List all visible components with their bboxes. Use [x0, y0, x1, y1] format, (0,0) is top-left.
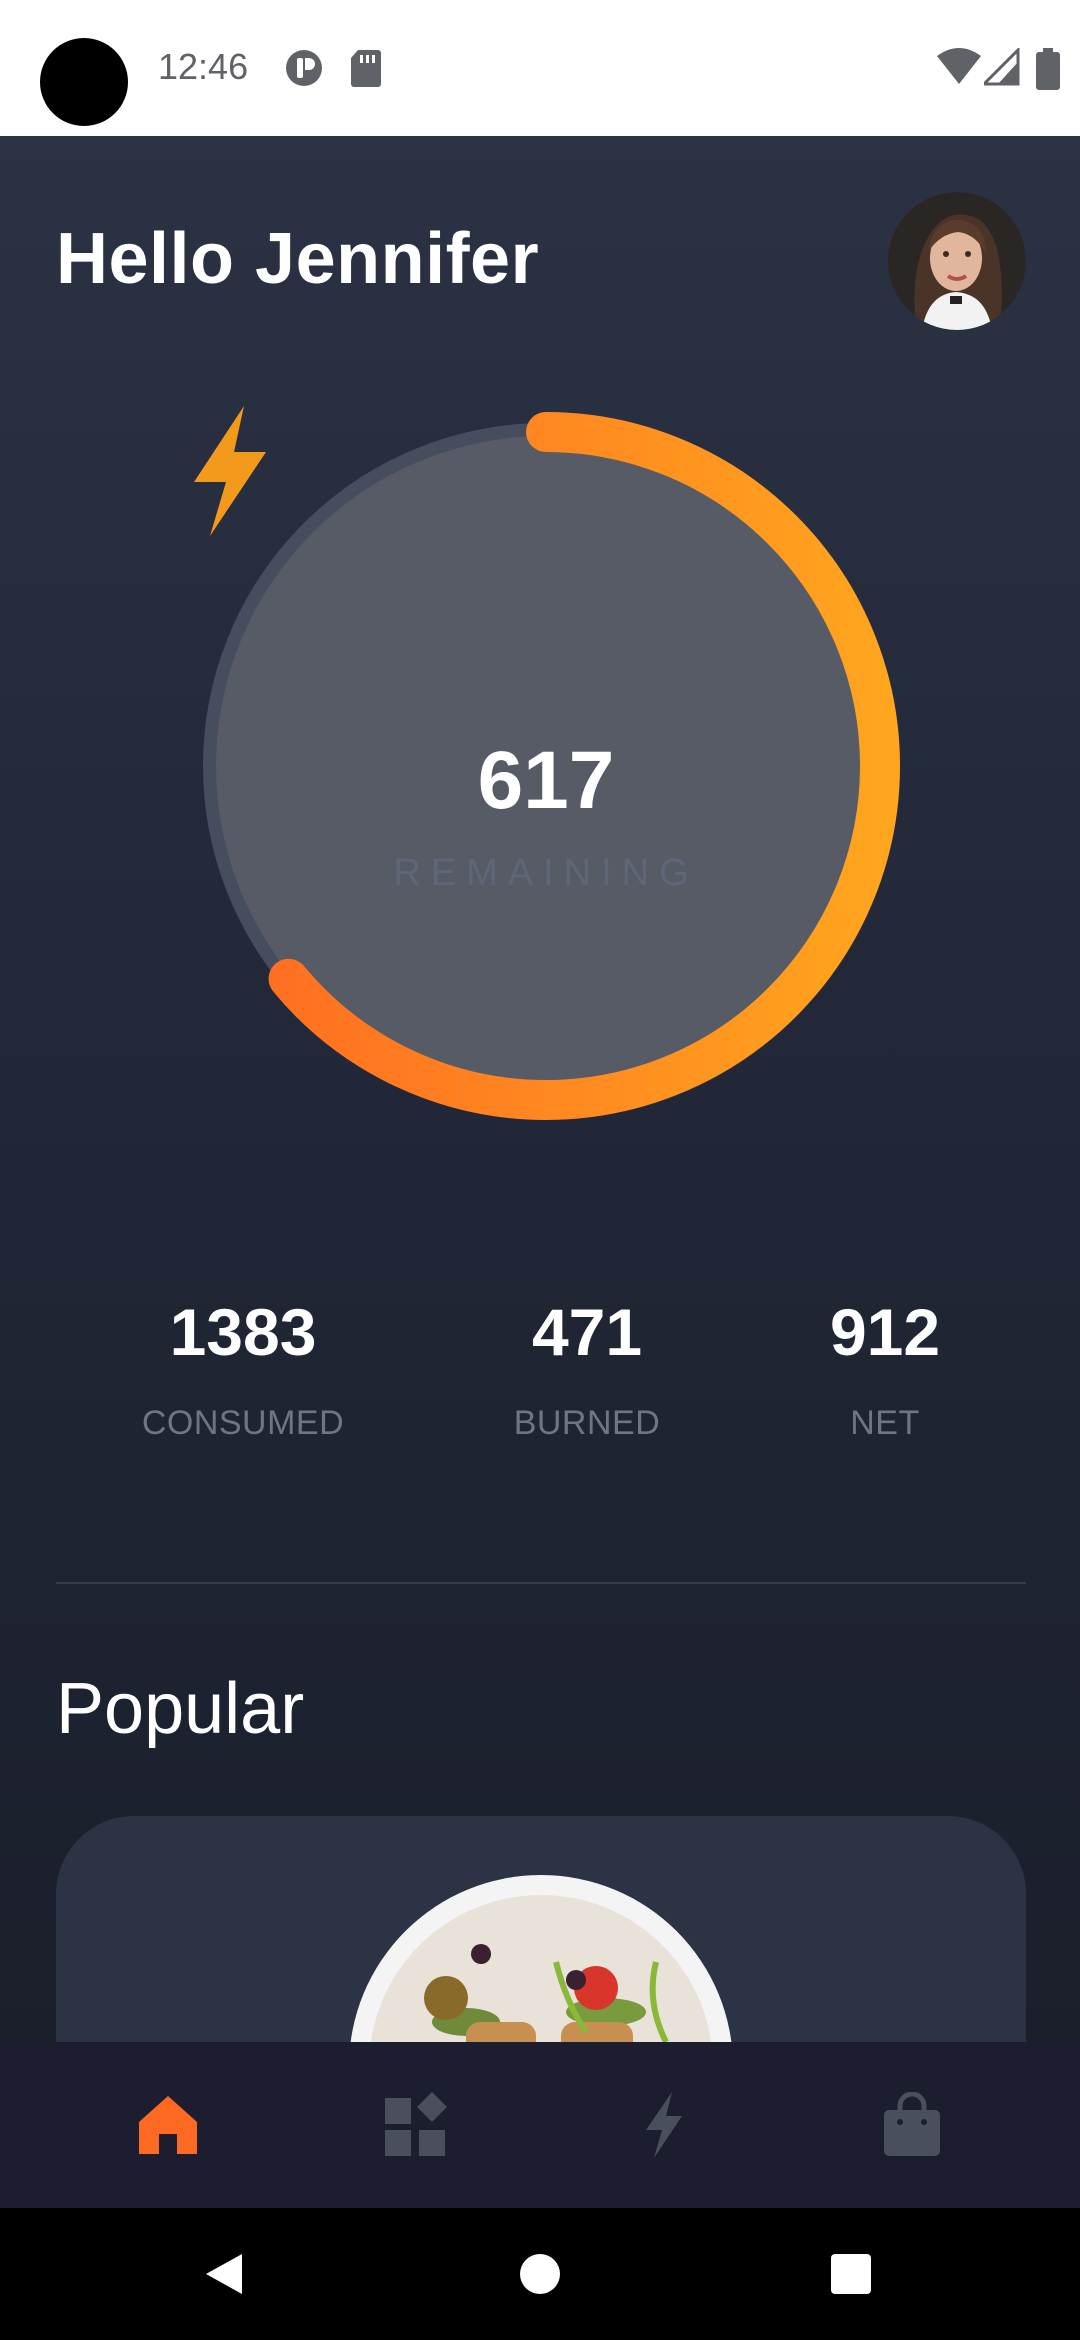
stat-net-label: NET	[850, 1404, 920, 1442]
screen: 12:46 Hello Jennifer 617 REMAINING 1383 …	[0, 0, 1080, 2340]
signal-icon	[984, 48, 1020, 86]
nav-shop[interactable]	[862, 2082, 962, 2168]
avatar[interactable]	[888, 192, 1026, 330]
stat-net-value: 912	[829, 1295, 941, 1369]
stat-burned-label: BURNED	[513, 1404, 661, 1442]
profile-photo	[888, 192, 1026, 330]
back-icon[interactable]	[204, 2252, 244, 2296]
nav-widgets[interactable]	[366, 2082, 466, 2168]
sd-card-icon	[351, 50, 381, 87]
camera-cutout	[40, 38, 128, 126]
notification-icon	[286, 50, 322, 86]
battery-icon	[1036, 48, 1060, 90]
calorie-ring: 617 REMAINING	[186, 406, 906, 1126]
recents-icon[interactable]	[830, 2252, 872, 2296]
bolt-icon	[194, 406, 266, 536]
stat-burned: 471 BURNED	[437, 1294, 737, 1443]
remaining-calories-label: REMAINING	[393, 852, 699, 894]
status-bar: 12:46	[0, 0, 1080, 136]
popular-section-title: Popular	[56, 1669, 305, 1749]
section-divider	[56, 1582, 1026, 1584]
system-navigation-bar	[0, 2208, 1080, 2340]
shopping-bag-icon	[884, 2092, 940, 2156]
remaining-calories-value: 617	[477, 735, 615, 826]
greeting-title: Hello Jennifer	[56, 219, 540, 299]
salad-bowl-image	[350, 1875, 732, 2042]
stat-net: 912 NET	[735, 1294, 1035, 1443]
home-icon	[139, 2096, 197, 2154]
wifi-icon	[937, 48, 981, 84]
nav-home[interactable]	[118, 2082, 218, 2168]
stat-consumed-value: 1383	[169, 1295, 317, 1369]
stat-burned-value: 471	[531, 1295, 643, 1369]
bottom-navigation	[0, 2042, 1080, 2208]
stat-consumed: 1383 CONSUMED	[93, 1294, 393, 1443]
bolt-icon	[646, 2092, 682, 2158]
home-circle-icon[interactable]	[520, 2252, 560, 2296]
widgets-icon	[385, 2092, 447, 2156]
popular-card[interactable]	[56, 1816, 1026, 2042]
stat-consumed-label: CONSUMED	[141, 1404, 345, 1442]
nav-energy[interactable]	[614, 2082, 714, 2168]
home-screen: Hello Jennifer 617 REMAINING 1383 CONSUM…	[0, 136, 1080, 2042]
status-time: 12:46	[158, 46, 249, 87]
